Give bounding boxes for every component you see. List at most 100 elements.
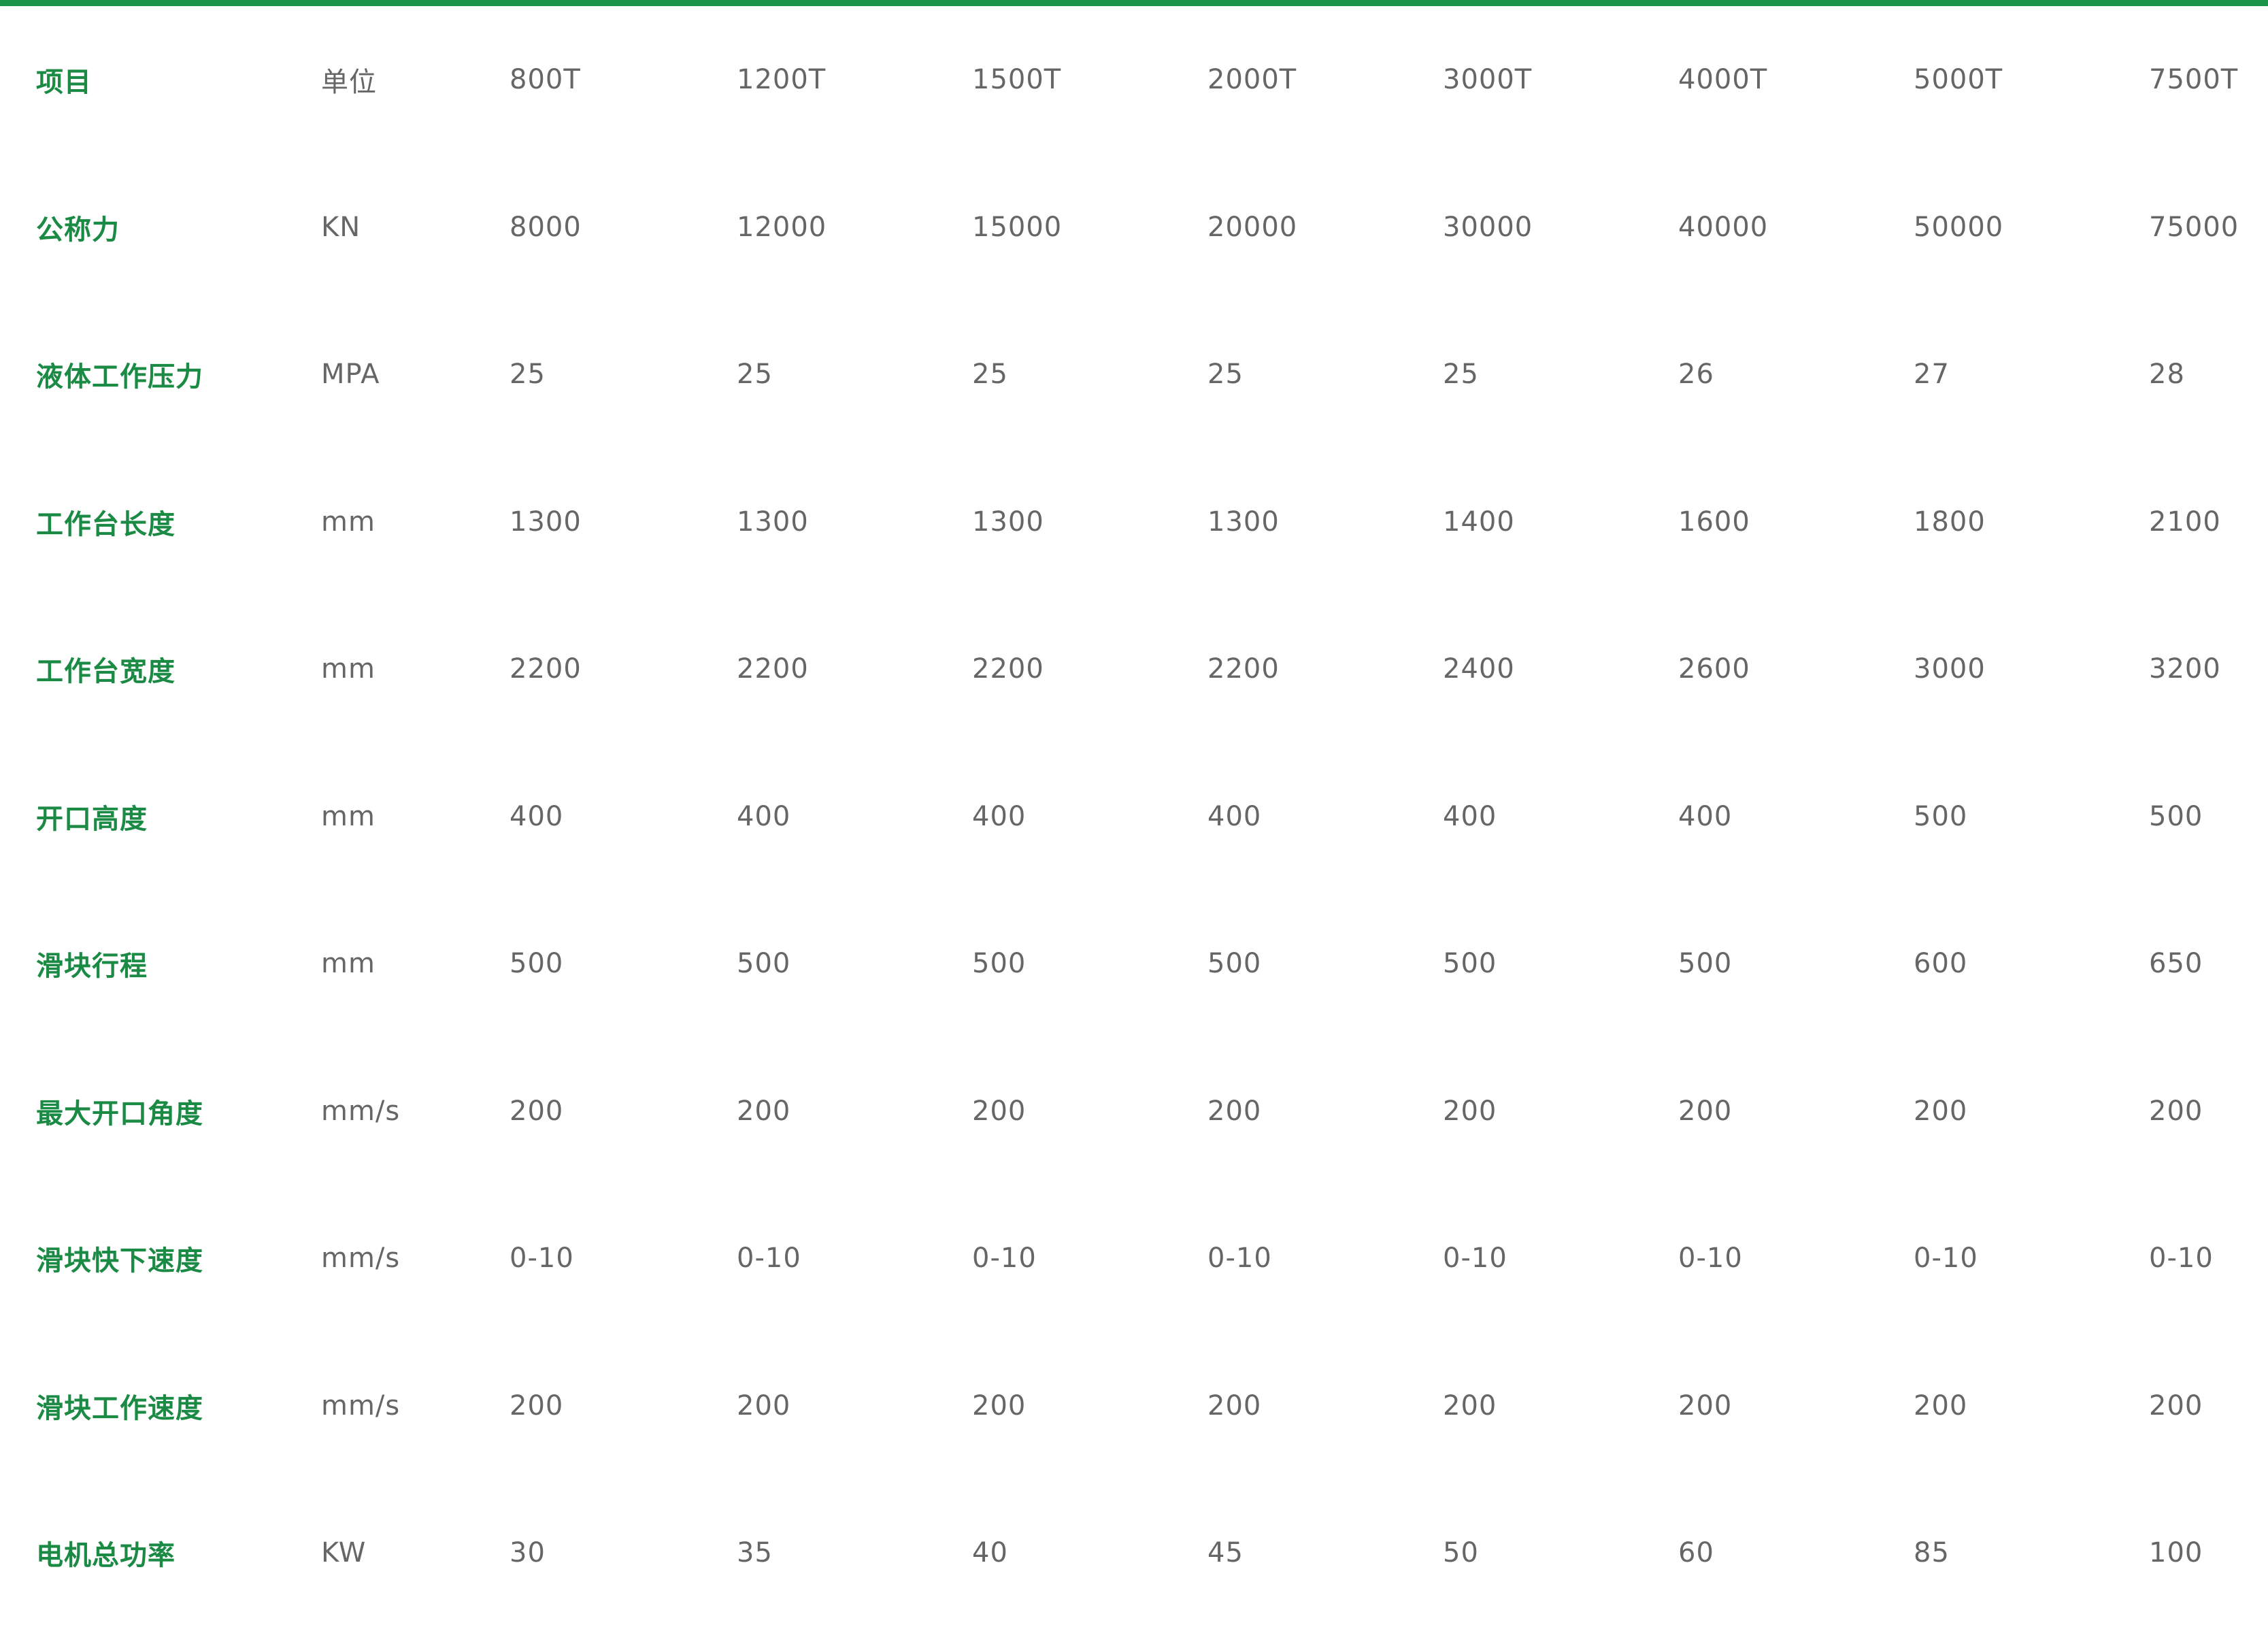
value-cell: 60 — [1678, 1537, 1714, 1569]
value-cell: 200 — [2149, 1095, 2203, 1127]
value-cell: 45 — [1207, 1537, 1244, 1569]
value-cell: 0-10 — [972, 1243, 1037, 1275]
row-label: 滑块行程 — [36, 951, 148, 983]
value-cell: 40 — [972, 1537, 1008, 1569]
value-cell: 8000 — [510, 211, 582, 243]
value-cell: 3000 — [1914, 653, 1986, 685]
value-cell: 200 — [1678, 1095, 1733, 1127]
table-row: 电机总功率 KW 30 35 40 45 50 60 85 100 — [0, 1479, 2268, 1627]
value-cell: 500 — [1914, 800, 1968, 832]
value-cell: 0-10 — [2149, 1243, 2214, 1275]
value-cell: 200 — [737, 1095, 791, 1127]
value-cell: 200 — [510, 1390, 564, 1421]
value-cell: 50 — [1443, 1537, 1479, 1569]
table-row: 开口高度 mm 400 400 400 400 400 400 500 500 — [0, 743, 2268, 891]
table-row: 最大开口角度 mm/s 200 200 200 200 200 200 200 … — [0, 1038, 2268, 1185]
row-label: 开口高度 — [36, 803, 148, 835]
value-cell: 500 — [1678, 948, 1733, 980]
row-label: 公称力 — [36, 214, 120, 246]
spec-table-body: 项目 单位 800T 1200T 1500T 2000T 3000T 4000T… — [0, 6, 2268, 1627]
value-cell: 26 — [1678, 359, 1714, 391]
value-cell: 85 — [1914, 1537, 1950, 1569]
header-model-cell: 1200T — [737, 64, 827, 96]
row-unit: MPA — [321, 359, 380, 391]
header-model-cell: 1500T — [972, 64, 1062, 96]
value-cell: 500 — [737, 948, 791, 980]
row-unit: KN — [321, 211, 361, 243]
row-label: 最大开口角度 — [36, 1098, 203, 1130]
value-cell: 200 — [737, 1390, 791, 1421]
table-row: 公称力 KN 8000 12000 15000 20000 30000 4000… — [0, 154, 2268, 301]
value-cell: 27 — [1914, 359, 1950, 391]
value-cell: 30 — [510, 1537, 546, 1569]
value-cell: 2600 — [1678, 653, 1750, 685]
value-cell: 100 — [2149, 1537, 2203, 1569]
value-cell: 25 — [972, 359, 1008, 391]
value-cell: 400 — [510, 800, 564, 832]
value-cell: 200 — [1207, 1095, 1262, 1127]
value-cell: 0-10 — [510, 1243, 574, 1275]
value-cell: 1400 — [1443, 506, 1515, 538]
header-unit-cell: 单位 — [321, 67, 377, 99]
header-row: 项目 单位 800T 1200T 1500T 2000T 3000T 4000T… — [0, 6, 2268, 154]
row-unit: mm/s — [321, 1390, 401, 1421]
value-cell: 200 — [2149, 1390, 2203, 1421]
value-cell: 30000 — [1443, 211, 1533, 243]
value-cell: 500 — [1207, 948, 1262, 980]
value-cell: 12000 — [737, 211, 827, 243]
table-row: 工作台长度 mm 1300 1300 1300 1300 1400 1600 1… — [0, 448, 2268, 596]
row-unit: mm — [321, 506, 376, 538]
row-unit: mm — [321, 800, 376, 832]
value-cell: 200 — [1443, 1095, 1497, 1127]
value-cell: 1300 — [510, 506, 582, 538]
value-cell: 600 — [1914, 948, 1968, 980]
value-cell: 25 — [1207, 359, 1244, 391]
value-cell: 75000 — [2149, 211, 2239, 243]
value-cell: 400 — [972, 800, 1027, 832]
row-unit: mm/s — [321, 1243, 401, 1275]
value-cell: 0-10 — [737, 1243, 801, 1275]
value-cell: 1600 — [1678, 506, 1750, 538]
value-cell: 200 — [972, 1390, 1027, 1421]
header-model-cell: 800T — [510, 64, 581, 96]
row-unit: KW — [321, 1537, 367, 1569]
value-cell: 2400 — [1443, 653, 1515, 685]
value-cell: 50000 — [1914, 211, 2004, 243]
header-item-cell: 项目 — [36, 67, 92, 99]
value-cell: 25 — [737, 359, 773, 391]
header-model-cell: 7500T — [2149, 64, 2239, 96]
table-row: 滑块快下速度 mm/s 0-10 0-10 0-10 0-10 0-10 0-1… — [0, 1185, 2268, 1332]
value-cell: 35 — [737, 1537, 773, 1569]
row-label: 工作台宽度 — [36, 656, 176, 688]
value-cell: 200 — [1207, 1390, 1262, 1421]
header-model-cell: 5000T — [1914, 64, 2003, 96]
value-cell: 28 — [2149, 359, 2185, 391]
value-cell: 400 — [737, 800, 791, 832]
row-label: 液体工作压力 — [36, 361, 203, 393]
header-model-cell: 3000T — [1443, 64, 1533, 96]
value-cell: 40000 — [1678, 211, 1769, 243]
value-cell: 500 — [510, 948, 564, 980]
value-cell: 200 — [1443, 1390, 1497, 1421]
table-row: 滑块行程 mm 500 500 500 500 500 500 600 650 — [0, 890, 2268, 1038]
value-cell: 200 — [972, 1095, 1027, 1127]
value-cell: 200 — [510, 1095, 564, 1127]
value-cell: 25 — [1443, 359, 1479, 391]
value-cell: 1300 — [1207, 506, 1280, 538]
value-cell: 400 — [1678, 800, 1733, 832]
value-cell: 25 — [510, 359, 546, 391]
header-model-cell: 4000T — [1678, 64, 1768, 96]
value-cell: 200 — [1914, 1095, 1968, 1127]
value-cell: 0-10 — [1914, 1243, 1978, 1275]
value-cell: 2200 — [1207, 653, 1280, 685]
row-label: 电机总功率 — [36, 1540, 176, 1572]
top-accent-rule — [0, 0, 2268, 6]
row-label: 工作台长度 — [36, 508, 176, 540]
value-cell: 1300 — [972, 506, 1044, 538]
value-cell: 0-10 — [1443, 1243, 1507, 1275]
row-unit: mm — [321, 948, 376, 980]
value-cell: 0-10 — [1678, 1243, 1743, 1275]
value-cell: 1800 — [1914, 506, 1986, 538]
value-cell: 1300 — [737, 506, 809, 538]
row-unit: mm — [321, 653, 376, 685]
